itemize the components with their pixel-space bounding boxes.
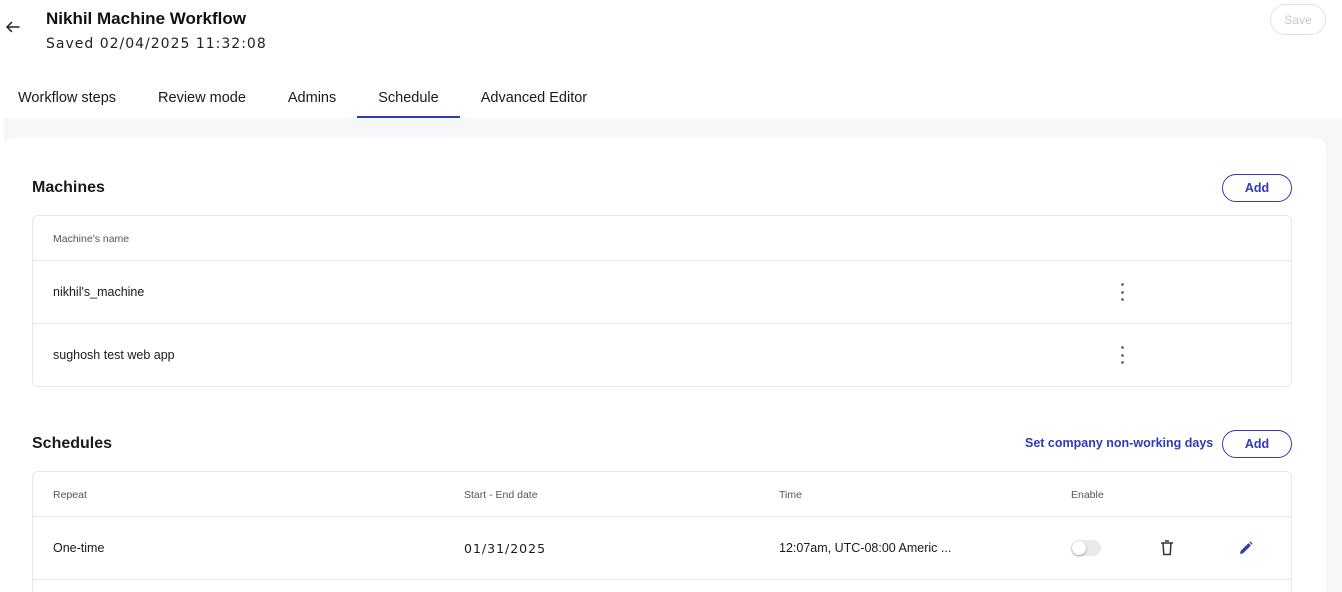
save-button[interactable]: Save [1270,4,1326,35]
tab-bar: Workflow steps Review mode Admins Schedu… [0,78,608,118]
schedules-table-header: Repeat Start - End date Time Enable [33,472,1291,517]
saved-timestamp: Saved 02/04/2025 11:32:08 [46,36,267,52]
schedule-panel: Machines Add Machine's name nikhil's_mac… [4,138,1326,592]
schedule-date: 01/31/2025 [464,541,547,556]
schedule-repeat: One-time [53,541,105,555]
table-row: sughosh test web app [33,324,1291,386]
tab-review-mode[interactable]: Review mode [137,78,267,118]
machine-name: nikhil's_machine [53,285,145,299]
tab-workflow-steps[interactable]: Workflow steps [0,78,137,118]
column-header-enable: Enable [1071,489,1104,501]
pencil-icon[interactable] [1237,539,1255,557]
kebab-menu-icon[interactable] [1117,346,1127,364]
back-arrow-icon[interactable] [4,18,26,40]
page-title: Nikhil Machine Workflow [46,9,246,28]
tab-schedule[interactable]: Schedule [357,78,461,118]
tab-admins[interactable]: Admins [267,78,357,118]
kebab-menu-icon[interactable] [1117,283,1127,301]
schedules-table: Repeat Start - End date Time Enable One-… [32,471,1292,592]
column-header-machine-name: Machine's name [53,233,130,245]
add-machine-button[interactable]: Add [1222,174,1292,202]
schedules-title: Schedules [32,435,113,452]
enable-toggle[interactable] [1071,540,1101,556]
column-header-start-end-date: Start - End date [464,489,538,501]
machines-table: Machine's name nikhil's_machine sughosh … [32,215,1292,387]
add-schedule-button[interactable]: Add [1222,430,1292,458]
table-row: nikhil's_machine [33,261,1291,324]
column-header-time: Time [779,489,802,501]
machines-table-header: Machine's name [33,216,1291,261]
machine-name: sughosh test web app [53,348,175,362]
table-row: One-time 01/31/2025 12:07am, UTC-08:00 A… [33,517,1291,580]
toggle-knob [1072,541,1086,555]
tab-advanced-editor[interactable]: Advanced Editor [460,78,608,118]
schedule-time: 12:07am, UTC-08:00 Americ ... [779,541,952,555]
page-header: Nikhil Machine Workflow Saved 02/04/2025… [0,0,1342,78]
trash-icon[interactable] [1158,539,1176,557]
column-header-repeat: Repeat [53,489,87,501]
set-non-working-days-link[interactable]: Set company non-working days [1025,436,1213,450]
machines-title: Machines [32,179,105,196]
